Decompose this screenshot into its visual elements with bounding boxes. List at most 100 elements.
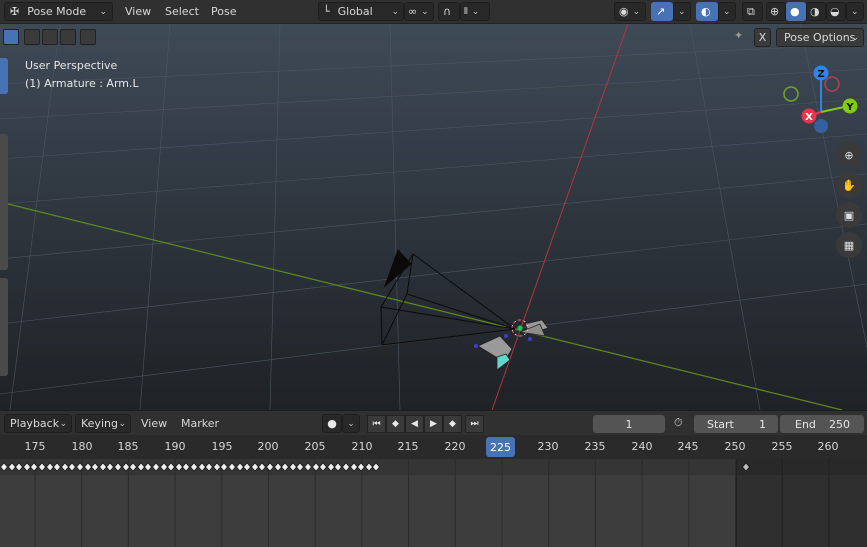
keyframe-diamond[interactable]	[84, 462, 92, 472]
keyframe-diamond[interactable]	[30, 462, 38, 472]
keyframe-diamond[interactable]	[304, 462, 312, 472]
current-frame-field[interactable]: 1	[593, 415, 665, 433]
keyframe-diamond[interactable]	[296, 462, 304, 472]
keyframe-diamond[interactable]	[91, 462, 99, 472]
shading-solid[interactable]: ●	[786, 2, 806, 21]
end-frame-field[interactable]: End 250	[780, 415, 864, 433]
keyframe-diamond[interactable]	[205, 462, 213, 472]
keyframe-diamond[interactable]	[190, 462, 198, 472]
jump-start-button[interactable]: ⏮	[367, 415, 386, 433]
keyframe-diamond[interactable]	[15, 462, 23, 472]
timeline-view-menu[interactable]: View	[137, 414, 171, 433]
select-mode-subtract[interactable]	[42, 29, 58, 45]
current-frame-indicator[interactable]: 225	[486, 437, 515, 457]
playback-menu[interactable]: Playback ⌄	[4, 414, 72, 433]
keyframe-diamond[interactable]	[137, 462, 145, 472]
play-button[interactable]: ▶	[424, 415, 443, 433]
timeline-marker-menu[interactable]: Marker	[177, 414, 223, 433]
shading-dropdown[interactable]: ⌄	[846, 2, 864, 21]
keyframe-diamond[interactable]	[251, 462, 259, 472]
ortho-toggle-button[interactable]: ▦	[836, 232, 862, 258]
toolbar-tool-active[interactable]	[0, 58, 8, 94]
stopwatch-icon[interactable]: ⏱	[674, 416, 683, 430]
pivot-point-dropdown[interactable]: ∞ ⌄	[404, 2, 434, 21]
shading-wireframe[interactable]: ⊕	[766, 2, 786, 21]
keyframe-diamond[interactable]	[312, 462, 320, 472]
keyframe-diamond[interactable]	[372, 462, 380, 472]
keyframe-diamond[interactable]	[266, 462, 274, 472]
keyframe-diamond[interactable]	[334, 462, 342, 472]
auto-keying-dropdown[interactable]: ⌄	[342, 414, 360, 433]
frame-ruler[interactable]: 175 180 185 190 195 200 205 210 215 220 …	[0, 435, 867, 459]
camera-object[interactable]	[380, 249, 516, 346]
transform-orientation-dropdown[interactable]: └ Global ⌄	[318, 2, 404, 21]
camera-view-button[interactable]: ▣	[836, 202, 862, 228]
menu-view[interactable]: View	[121, 2, 155, 21]
keyframe-diamond[interactable]	[122, 462, 130, 472]
keyframe-diamond[interactable]	[243, 462, 251, 472]
prev-keyframe-button[interactable]: ◆	[386, 415, 405, 433]
keyframe-diamond[interactable]	[160, 462, 168, 472]
gizmo-dropdown[interactable]: ⌄	[673, 2, 691, 21]
keyframe-diamond[interactable]	[182, 462, 190, 472]
menu-pose[interactable]: Pose	[207, 2, 240, 21]
keyframe-diamond[interactable]	[114, 462, 122, 472]
keyframe-diamond[interactable]	[129, 462, 137, 472]
auto-keying-toggle[interactable]: ●	[322, 414, 342, 433]
3d-viewport[interactable]: Z Y X User Perspective (1) Armature : Ar…	[0, 24, 867, 410]
keyframe-diamond[interactable]	[258, 462, 266, 472]
select-mode-new[interactable]	[3, 29, 19, 45]
shading-rendered[interactable]: ◒	[826, 2, 846, 21]
navigation-gizmo[interactable]: Z Y X	[783, 65, 858, 138]
keyframe-diamond[interactable]	[228, 462, 236, 472]
toolbar-tools-lower[interactable]	[0, 278, 8, 376]
keyframe-diamond[interactable]	[23, 462, 31, 472]
keyframe-diamond[interactable]	[99, 462, 107, 472]
keyframe-diamond[interactable]	[198, 462, 206, 472]
zoom-button[interactable]: ⊕	[836, 142, 862, 168]
visibility-dropdown[interactable]: ◉ ⌄	[614, 2, 646, 21]
toolbar-tools[interactable]	[0, 134, 8, 270]
keyframe-diamond[interactable]	[106, 462, 114, 472]
next-keyframe-button[interactable]: ◆	[443, 415, 462, 433]
select-mode-invert[interactable]	[60, 29, 76, 45]
keyframe-diamond[interactable]	[144, 462, 152, 472]
snap-target-dropdown[interactable]: ⫴ ⌄	[460, 2, 490, 21]
keyframe-diamond[interactable]	[38, 462, 46, 472]
keyframe-diamond[interactable]	[46, 462, 54, 472]
keying-menu[interactable]: Keying ⌄	[75, 414, 131, 433]
select-mode-extend[interactable]	[24, 29, 40, 45]
overlay-dropdown[interactable]: ⌄	[718, 2, 736, 21]
keyframe-diamond[interactable]	[0, 462, 8, 472]
play-reverse-button[interactable]: ◀	[405, 415, 424, 433]
keyframe-diamond[interactable]	[342, 462, 350, 472]
keyframe-diamond[interactable]	[53, 462, 61, 472]
pan-button[interactable]: ✋	[836, 172, 862, 198]
keyframe-diamond[interactable]	[365, 462, 373, 472]
mirror-x-toggle[interactable]: X	[754, 28, 771, 47]
keyframe-diamond[interactable]	[220, 462, 228, 472]
keyframe-diamond[interactable]	[357, 462, 365, 472]
gizmo-toggle[interactable]: ↗	[651, 2, 673, 21]
xray-toggle[interactable]: ⧉	[742, 2, 763, 21]
pose-options-dropdown[interactable]: Pose Options ⌄	[776, 28, 864, 47]
overlay-toggle[interactable]: ◐	[696, 2, 718, 21]
jump-end-button[interactable]: ⏭	[465, 415, 484, 433]
start-frame-field[interactable]: Start 1	[694, 415, 778, 433]
keyframe-diamond[interactable]	[68, 462, 76, 472]
keyframe-diamond[interactable]	[319, 462, 327, 472]
keyframe-diamond[interactable]	[289, 462, 297, 472]
keyframe-diamond[interactable]	[236, 462, 244, 472]
keyframe-diamond[interactable]	[167, 462, 175, 472]
keyframe-diamond[interactable]	[281, 462, 289, 472]
keyframe-diamond[interactable]	[350, 462, 358, 472]
keyframe-diamond[interactable]	[152, 462, 160, 472]
select-mode-intersect[interactable]	[80, 29, 96, 45]
keyframe-diamond[interactable]	[61, 462, 69, 472]
keyframe-diamond[interactable]	[76, 462, 84, 472]
shading-material[interactable]: ◑	[806, 2, 826, 21]
timeline-track-area[interactable]	[0, 459, 867, 547]
keyframe-diamond[interactable]	[175, 462, 183, 472]
mode-dropdown[interactable]: ✠ Pose Mode ⌄	[4, 2, 113, 21]
menu-select[interactable]: Select	[161, 2, 203, 21]
